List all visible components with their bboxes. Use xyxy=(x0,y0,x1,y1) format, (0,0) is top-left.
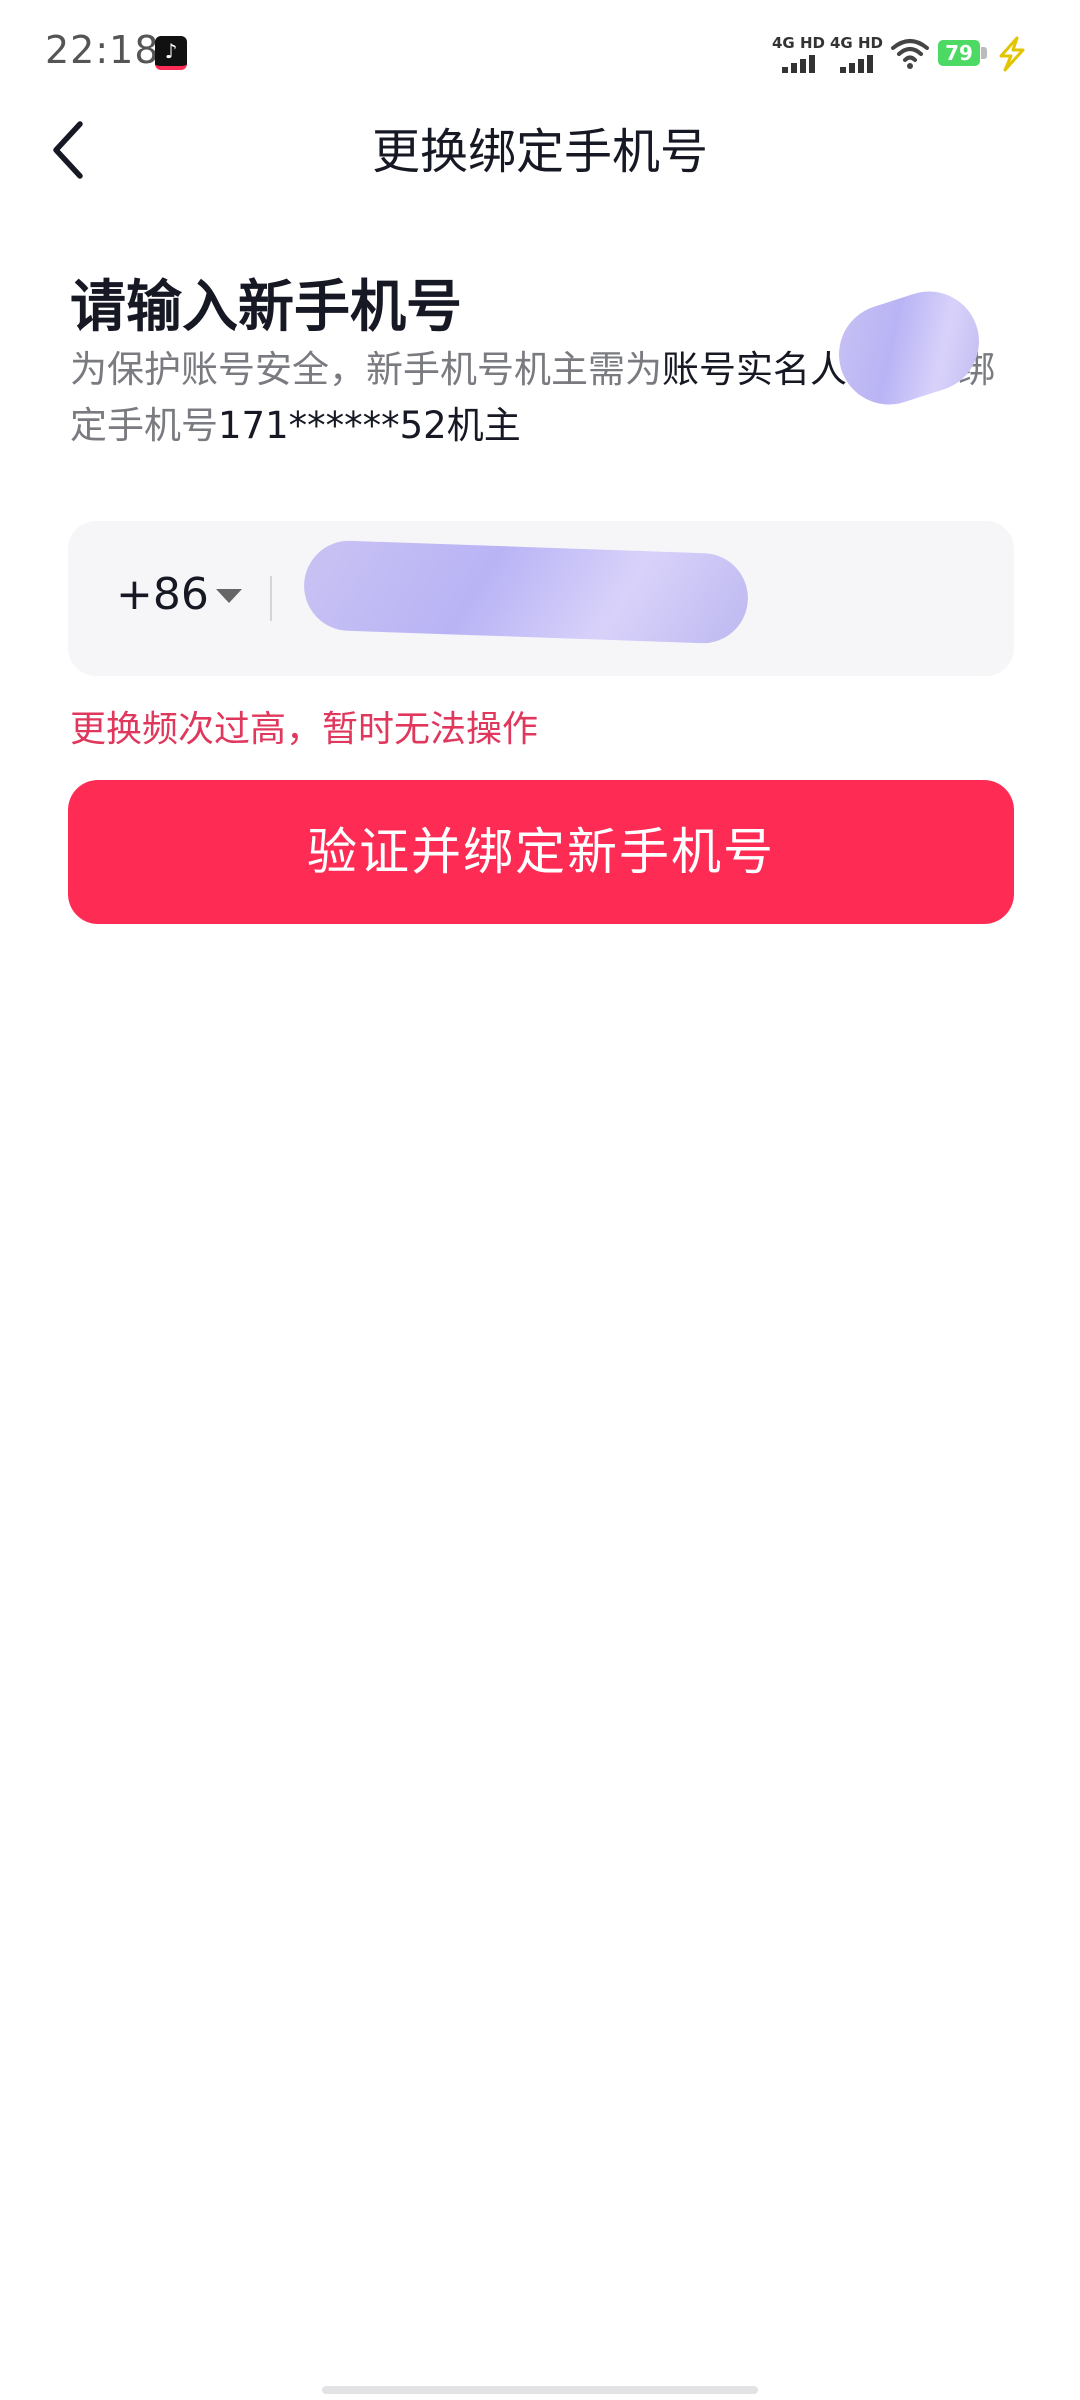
section-heading: 请输入新手机号 xyxy=(70,275,462,340)
sim2-label: 4G HD xyxy=(830,34,883,52)
country-code-selector[interactable]: +86 xyxy=(116,569,209,620)
page-title: 更换绑定手机号 xyxy=(371,124,708,180)
signal-sim2-icon: 4G HD xyxy=(830,34,883,73)
battery-tip xyxy=(981,47,987,59)
desc-highlight: 账号实名人 xyxy=(662,348,847,391)
desc-part-3: 机主 xyxy=(446,404,521,447)
sim1-label: 4G HD xyxy=(772,34,825,52)
tiktok-icon: ♪ xyxy=(155,36,187,70)
error-message: 更换频次过高，暂时无法操作 xyxy=(70,709,539,750)
charging-bolt-icon xyxy=(999,36,1025,72)
redaction-blur-phone-input xyxy=(302,539,750,645)
caret-down-icon[interactable] xyxy=(216,589,242,603)
input-divider xyxy=(270,576,272,621)
status-bar: 22:18 ♪ 4G HD 4G HD 79 xyxy=(0,0,1080,110)
battery-icon: 79 xyxy=(938,40,980,66)
desc-part-1: 为保护账号安全，新手机号机主需为 xyxy=(70,348,662,391)
wifi-icon xyxy=(891,39,929,69)
phone-input-container: +86 xyxy=(68,521,1014,676)
verify-bind-button[interactable]: 验证并绑定新手机号 xyxy=(68,780,1014,924)
battery-level: 79 xyxy=(945,41,973,65)
desc-masked-phone: 171******52 xyxy=(218,404,447,447)
signal-sim1-icon: 4G HD xyxy=(772,34,825,73)
home-indicator[interactable] xyxy=(322,2386,758,2394)
status-time: 22:18 xyxy=(45,28,160,72)
